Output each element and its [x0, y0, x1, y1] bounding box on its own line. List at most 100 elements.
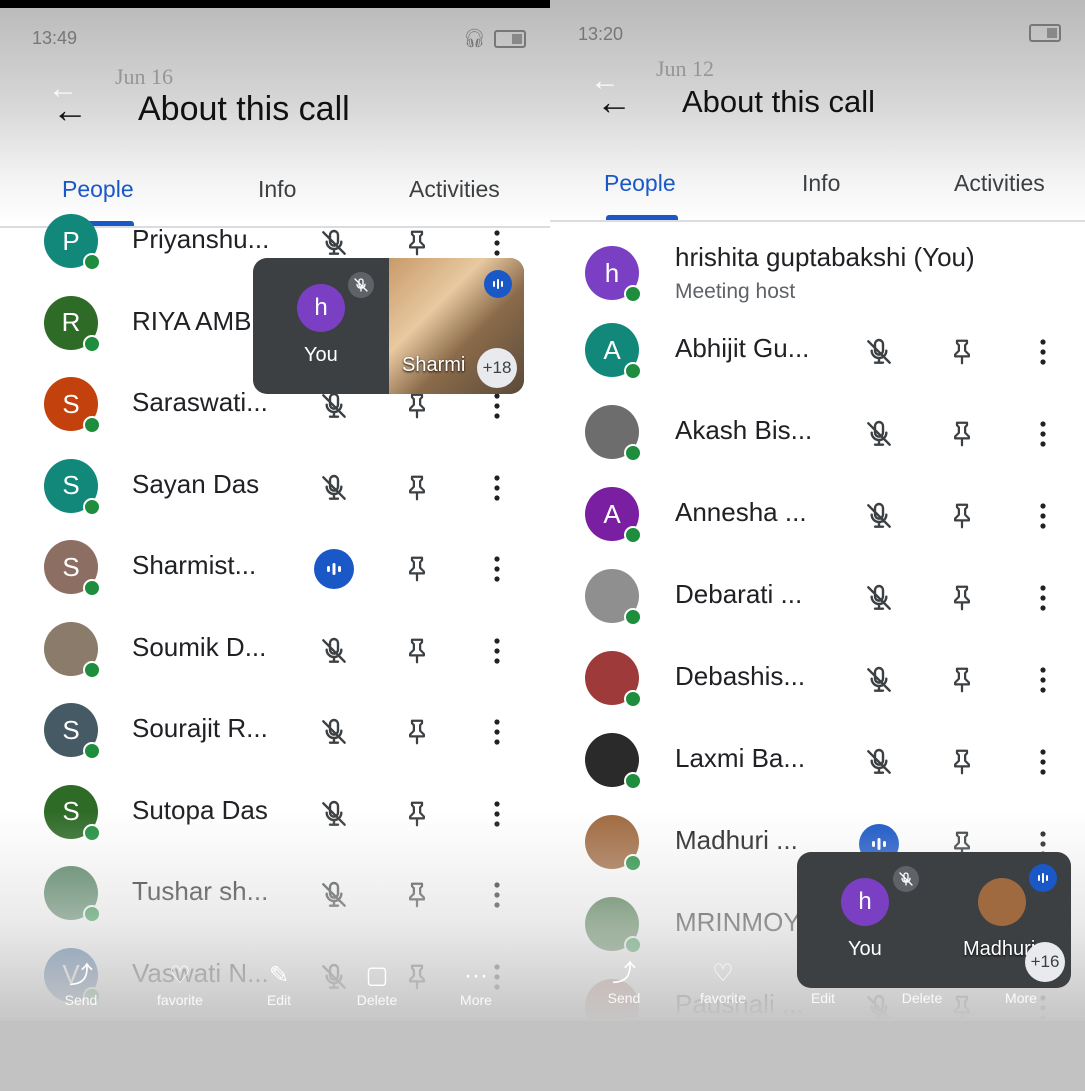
pin-icon[interactable] [945, 663, 979, 697]
action-label: Edit [266, 992, 292, 1008]
mic-off-icon [862, 581, 896, 615]
host-name: hrishita guptabakshi (You) [675, 242, 975, 272]
pin-icon[interactable] [400, 552, 434, 586]
back-arrow-icon[interactable]: ← [596, 84, 632, 120]
system-nav-bar [550, 1021, 1085, 1091]
pin-icon[interactable] [945, 745, 979, 779]
online-indicator [83, 905, 101, 923]
participant-row[interactable]: A Abhijit Gu... [550, 313, 1085, 393]
participant-name: Akash Bis... [675, 415, 813, 445]
more-options-icon[interactable] [480, 471, 514, 505]
tab-info[interactable]: Info [802, 170, 840, 197]
tab-people[interactable]: People [62, 176, 134, 203]
more-options-icon[interactable] [480, 878, 514, 912]
avatar-initial: A [603, 334, 621, 365]
pip-window[interactable]: h You Sharmi +18 [253, 258, 524, 394]
ghost-date: Jun 12 [656, 56, 715, 81]
participant-avatar: S [44, 784, 101, 842]
more-options-icon[interactable] [1026, 499, 1060, 533]
pip-self-label: You [304, 344, 338, 366]
mic-off-icon [862, 663, 896, 697]
pin-icon[interactable] [400, 634, 434, 668]
speaking-icon [314, 549, 354, 589]
pip-window[interactable]: h You Madhuri +16 [797, 852, 1071, 988]
participant-row[interactable]: Tushar sh... [0, 856, 550, 936]
participant-avatar [585, 569, 642, 626]
participant-name: Soumik D... [132, 631, 267, 662]
participant-avatar: A [585, 323, 642, 380]
more-action[interactable]: ··· More [431, 962, 521, 1008]
pin-icon[interactable] [400, 471, 434, 505]
online-indicator [83, 579, 101, 597]
mic-off-icon [317, 634, 351, 668]
tab-activities[interactable]: Activities [409, 176, 500, 203]
participant-row[interactable]: S Sayan Das [0, 449, 550, 529]
more-options-icon[interactable] [480, 797, 514, 831]
more-options-icon[interactable] [480, 634, 514, 668]
more-options-icon[interactable] [480, 552, 514, 586]
online-indicator [624, 285, 642, 303]
tab-people[interactable]: People [604, 170, 676, 197]
participant-name: Annesha ... [675, 497, 807, 527]
edit-action[interactable]: ✎ Edit [234, 962, 324, 1008]
action-label: More [1005, 990, 1037, 1006]
share-action[interactable]: ⤴ Send [579, 960, 669, 1006]
participant-row[interactable]: Laxmi Ba... [550, 723, 1085, 803]
mic-off-icon [893, 866, 919, 892]
more-options-icon[interactable] [480, 226, 514, 260]
pin-icon[interactable] [400, 878, 434, 912]
back-arrow-icon[interactable]: ← [52, 92, 88, 128]
participant-row[interactable]: S Sourajit R... [0, 693, 550, 773]
more-options-icon[interactable] [1026, 417, 1060, 451]
more-options-icon[interactable] [480, 715, 514, 749]
participant-name: Sayan Das [132, 468, 260, 499]
status-icons [1029, 24, 1061, 42]
more-options-icon[interactable] [1026, 581, 1060, 615]
mic-off-icon [348, 272, 374, 298]
share-action[interactable]: ⤴ Send [36, 962, 126, 1008]
online-indicator [83, 253, 101, 271]
pin-icon[interactable] [945, 499, 979, 533]
pin-icon[interactable] [945, 335, 979, 369]
pin-icon[interactable] [945, 417, 979, 451]
more-options-icon[interactable] [1026, 335, 1060, 369]
mic-off-icon [862, 417, 896, 451]
right-screenshot: 13:20 ← Jun 12 ← About this call People … [550, 0, 1085, 1091]
more-options-icon[interactable] [480, 389, 514, 423]
pin-icon[interactable] [400, 226, 434, 260]
participant-name: Priyanshu... [132, 224, 270, 254]
participant-row[interactable]: A Annesha ... [550, 477, 1085, 557]
pip-participant-count: +18 [477, 348, 517, 388]
trash-action[interactable]: ▢ Delete [332, 962, 422, 1008]
pin-icon[interactable] [400, 715, 434, 749]
online-indicator [83, 416, 101, 434]
host-avatar-initial: h [604, 257, 620, 288]
participant-avatar [585, 405, 642, 462]
participant-row[interactable]: Debashis... [550, 641, 1085, 721]
participant-avatar [585, 815, 642, 872]
more-options-icon[interactable] [1026, 663, 1060, 697]
pin-icon[interactable] [400, 389, 434, 423]
heart-icon: ♡ [169, 962, 191, 989]
online-indicator [83, 823, 101, 842]
participant-row[interactable]: S Sharmist... [0, 530, 550, 610]
participant-row[interactable]: S Sutopa Das [0, 775, 550, 855]
mic-off-icon [317, 797, 351, 831]
pin-icon[interactable] [400, 797, 434, 831]
host-row[interactable]: h hrishita guptabakshi (You) Meeting hos… [550, 236, 1085, 316]
participant-row[interactable]: Soumik D... [0, 612, 550, 692]
tab-activities[interactable]: Activities [954, 170, 1045, 197]
status-icons: 🎧︎ [463, 28, 526, 49]
participant-row[interactable]: Debarati ... [550, 559, 1085, 639]
pin-icon[interactable] [945, 581, 979, 615]
status-time: 13:49 [32, 28, 78, 48]
system-nav-bar [0, 1021, 550, 1091]
mic-off-icon [317, 878, 351, 912]
heart-action[interactable]: ♡ favorite [678, 960, 768, 1006]
tab-info[interactable]: Info [258, 176, 296, 203]
participant-row[interactable]: Akash Bis... [550, 395, 1085, 475]
more-options-icon[interactable] [1026, 745, 1060, 779]
heart-action[interactable]: ♡ favorite [135, 962, 225, 1008]
edit-icon: ✎ [268, 962, 290, 989]
action-label: Delete [356, 992, 398, 1008]
